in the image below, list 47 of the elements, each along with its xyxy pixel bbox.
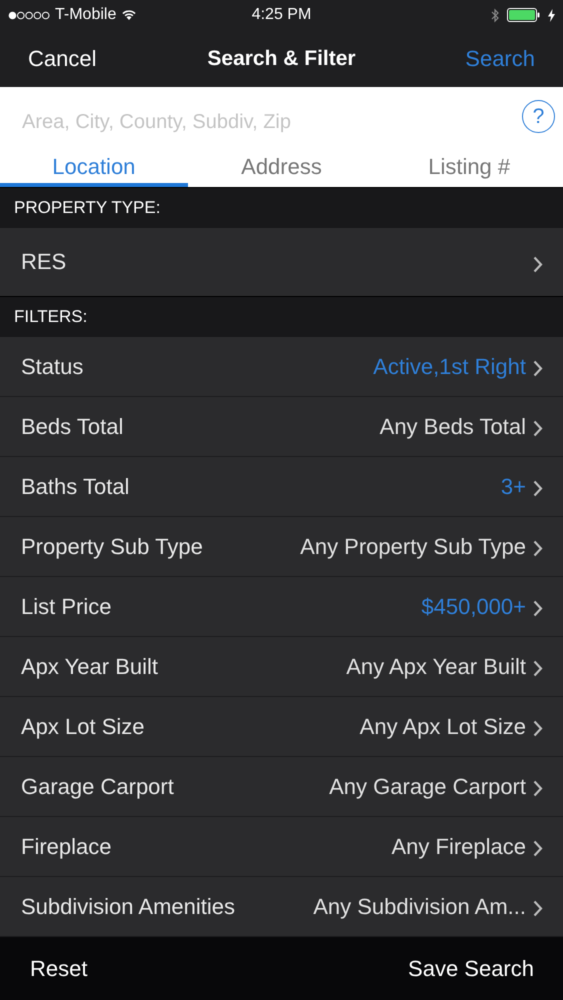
screen-title: Search & Filter [207, 46, 356, 70]
chevron-icon [533, 780, 543, 797]
bluetooth-icon [491, 8, 500, 22]
chevron-icon [533, 900, 543, 917]
filter-label: Fireplace [21, 834, 112, 860]
signal-icon [8, 10, 50, 20]
chevron-icon [533, 256, 543, 272]
filter-value: Active,1st Right [373, 354, 526, 380]
filter-value: Any Garage Carport [329, 774, 526, 800]
reset-button[interactable]: Reset [28, 954, 90, 984]
section-header: FILTERS: [14, 307, 88, 327]
filter-label: Baths Total [21, 474, 130, 500]
filter-value: Any Property Sub Type [300, 534, 526, 560]
chevron-icon [533, 420, 543, 437]
search-button[interactable]: Search [463, 44, 537, 74]
chevron-icon [533, 360, 543, 377]
clock-time: 4:25 PM [252, 6, 312, 24]
filter-value: Any Apx Year Built [346, 654, 526, 680]
filter-value: Any Fireplace [391, 834, 526, 860]
filter-label: Beds Total [21, 414, 124, 440]
filter-value: Any Apx Lot Size [360, 714, 526, 740]
filter-label: Apx Lot Size [21, 714, 146, 740]
filter-label: Status [21, 354, 84, 380]
chevron-icon [533, 840, 543, 857]
help-button[interactable]: ? [522, 100, 555, 133]
chevron-icon [533, 720, 543, 737]
wifi-icon [121, 9, 138, 21]
filter-label: Subdivision Amenities [21, 894, 236, 920]
filter-label: Property Sub Type [21, 534, 204, 560]
section-header: PROPERTY TYPE: [14, 198, 160, 218]
filter-value: $450,000+ [421, 594, 526, 620]
battery-icon [507, 8, 541, 22]
chevron-icon [533, 480, 543, 497]
filter-label: Apx Year Built [21, 654, 159, 680]
chevron-icon [533, 540, 543, 557]
chevron-icon [533, 660, 543, 677]
save-search-button[interactable]: Save Search [406, 954, 536, 984]
filter-value: Any Subdivision Am... [313, 894, 526, 920]
filter-label: Garage Carport [21, 774, 175, 800]
chevron-icon [533, 600, 543, 617]
filter-value: Any Beds Total [380, 414, 526, 440]
filter-label: List Price [21, 594, 112, 620]
charging-icon [548, 8, 555, 22]
filter-value: 3+ [500, 474, 526, 500]
cancel-button[interactable]: Cancel [26, 44, 98, 74]
carrier-name: T-Mobile [55, 6, 116, 24]
search-field[interactable]: Area, City, County, Subdiv, Zip [20, 110, 522, 135]
